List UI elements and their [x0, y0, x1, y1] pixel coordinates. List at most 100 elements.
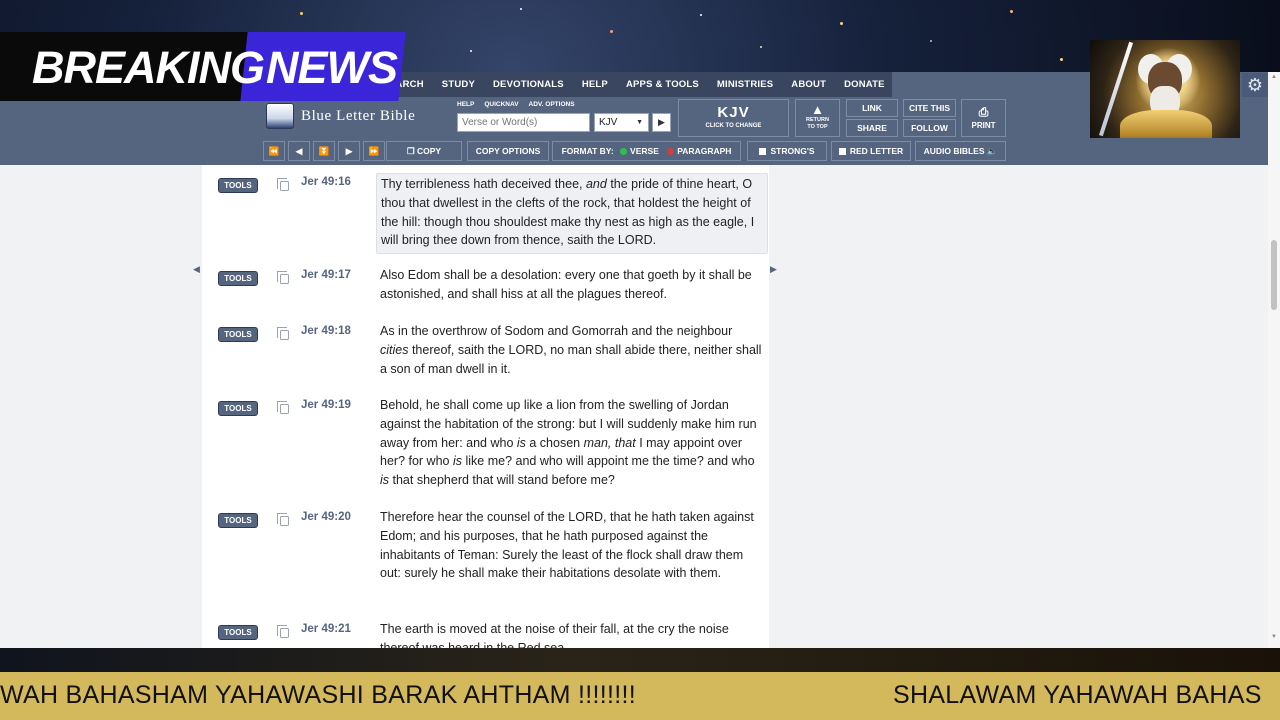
paragraph-label: PARAGRAPH — [677, 146, 732, 156]
tools-button[interactable]: TOOLS — [218, 178, 258, 193]
verse-reference[interactable]: Jer 49:17 — [301, 269, 351, 281]
share-button[interactable]: SHARE — [846, 119, 898, 137]
print-label: PRINT — [971, 121, 996, 130]
quicknav-link[interactable]: QUICKNAV — [484, 101, 518, 108]
verse-reference[interactable]: Jer 49:20 — [301, 511, 351, 523]
return-to-top-button[interactable]: ▲ RETURN TO TOP — [795, 99, 840, 137]
verse-text-segment: As in the overthrow of Sodom and Gomorra… — [380, 324, 733, 338]
nav-item[interactable]: DEVOTIONALS — [484, 79, 573, 90]
nav-item[interactable]: STUDY — [433, 79, 484, 90]
rewind-icon: ⏪ — [268, 146, 280, 156]
adv-options-link[interactable]: ADV. OPTIONS — [529, 101, 575, 108]
copy-small-icon: ❐ — [406, 146, 417, 156]
nav-item[interactable]: APPS & TOOLS — [617, 79, 708, 90]
tools-button[interactable]: TOOLS — [218, 401, 258, 416]
copy-icon[interactable] — [277, 178, 289, 191]
arrow-up-icon: ▲ — [811, 102, 824, 117]
verse-text: As in the overthrow of Sodom and Gomorra… — [376, 322, 768, 378]
format-verse-option[interactable]: VERSE — [620, 146, 659, 156]
tools-button[interactable]: TOOLS — [218, 513, 258, 528]
cite-button[interactable]: CITE THIS — [903, 99, 956, 117]
copy-options-button[interactable]: COPY OPTIONS — [467, 141, 549, 161]
fast-forward-icon: ⏩ — [368, 146, 380, 156]
copy-button[interactable]: ❐ COPY — [386, 141, 462, 161]
verse-reference[interactable]: Jer 49:19 — [301, 399, 351, 411]
verse-text-segment: thereof, saith the LORD, no man shall ab… — [380, 342, 762, 376]
version-select[interactable]: KJV ▼ — [594, 113, 649, 132]
verse-text: The earth is moved at the noise of their… — [376, 620, 768, 648]
copy-icon[interactable] — [277, 625, 289, 638]
nav-item[interactable]: HELP — [573, 79, 617, 90]
news-label: NEWS — [266, 42, 398, 93]
ticker-text-1: WAH BAHASHAM YAHAWASHI BARAK AHTHAM !!!!… — [0, 681, 636, 709]
copy-icon[interactable] — [277, 513, 289, 526]
nav-item[interactable]: DONATE — [835, 79, 894, 90]
format-paragraph-option[interactable]: PARAGRAPH — [667, 146, 731, 156]
version-select-value: KJV — [599, 117, 618, 128]
follow-button[interactable]: FOLLOW — [903, 119, 956, 137]
italic-word: and — [585, 177, 607, 191]
audio-bibles-label: AUDIO BIBLES — [923, 146, 985, 156]
print-button[interactable]: ⎙ PRINT — [961, 99, 1006, 137]
strongs-toggle[interactable]: STRONG'S — [747, 141, 827, 161]
help-link[interactable]: HELP — [457, 101, 474, 108]
share-label: SHARE — [857, 123, 887, 133]
return-top-line2: TO TOP — [807, 124, 828, 130]
link-button[interactable]: LINK — [846, 99, 898, 117]
bible-logo-icon — [266, 103, 294, 129]
verse-text: Thy terribleness hath deceived thee, and… — [376, 173, 768, 255]
verse-text-segment: Also Edom shall be a desolation: every o… — [380, 268, 752, 301]
scroll-down-icon[interactable]: ▼ — [1271, 634, 1277, 640]
browser-window: EARCH STUDY DEVOTIONALS HELP APPS & TOOLS MIN… — [0, 72, 1280, 648]
search-input[interactable] — [457, 113, 590, 132]
gear-icon[interactable]: ⚙ — [1242, 73, 1268, 97]
next-chapter-button[interactable]: ▶ — [338, 141, 360, 161]
scrollbar-thumb[interactable] — [1271, 240, 1277, 310]
copy-label: COPY — [416, 146, 442, 156]
site-logo[interactable]: Blue Letter Bible — [266, 103, 415, 129]
return-top-line1: RETURN — [806, 117, 829, 123]
copy-icon[interactable] — [277, 401, 289, 414]
format-by-label: FORMAT BY: — [561, 146, 614, 156]
verse-reference[interactable]: Jer 49:21 — [301, 623, 351, 635]
printer-icon: ⎙ — [978, 105, 989, 119]
verse-text: Also Edom shall be a desolation: every o… — [376, 266, 768, 304]
search-go-button[interactable]: ▶ — [652, 113, 671, 132]
tools-button[interactable]: TOOLS — [218, 625, 258, 640]
last-chapter-button[interactable]: ⏩ — [363, 141, 385, 161]
tools-button[interactable]: TOOLS — [218, 327, 258, 342]
main-nav: EARCH STUDY DEVOTIONALS HELP APPS & TOOLS MIN… — [380, 72, 892, 97]
italic-word: cities — [380, 342, 409, 357]
verse-reference[interactable]: Jer 49:16 — [301, 176, 351, 188]
scroll-up-icon[interactable]: ▲ — [1271, 74, 1277, 80]
goto-button[interactable]: ⏬ — [313, 141, 335, 161]
verse-reference[interactable]: Jer 49:18 — [301, 325, 351, 337]
armor — [1120, 110, 1212, 138]
format-by-group: FORMAT BY: VERSE PARAGRAPH — [552, 141, 741, 161]
search-mini-links: HELP QUICKNAV ADV. OPTIONS — [457, 101, 575, 108]
italic-word: is — [380, 473, 390, 488]
tools-button[interactable]: TOOLS — [218, 271, 258, 286]
audio-bibles-button[interactable]: AUDIO BIBLES 🔈 — [915, 141, 1006, 161]
prev-chapter-button[interactable]: ◀ — [288, 141, 310, 161]
follow-label: FOLLOW — [911, 123, 948, 133]
translation-button[interactable]: KJV CLICK TO CHANGE — [678, 99, 789, 137]
checkbox-icon — [838, 148, 846, 155]
nav-item[interactable]: MINISTRIES — [708, 79, 782, 90]
italic-word: is — [452, 454, 462, 469]
jump-down-icon: ⏬ — [318, 146, 330, 156]
nav-item[interactable]: ABOUT — [782, 79, 835, 90]
translation-label: KJV — [717, 104, 750, 121]
cite-label: CITE THIS — [908, 103, 951, 113]
portrait-image — [1090, 40, 1240, 138]
scrollbar[interactable]: ▲ ▼ — [1268, 72, 1280, 648]
expand-right-icon[interactable]: ▶ — [770, 264, 777, 275]
collapse-left-icon[interactable]: ◀ — [193, 264, 200, 275]
verse-text-segment: The earth is moved at the noise of their… — [380, 622, 729, 648]
news-ticker: WAH BAHASHAM YAHAWASHI BARAK AHTHAM !!!!… — [0, 672, 1280, 720]
copy-icon[interactable] — [277, 271, 289, 284]
copy-icon[interactable] — [277, 327, 289, 340]
first-chapter-button[interactable]: ⏪ — [263, 141, 285, 161]
link-label: LINK — [862, 103, 882, 113]
red-letter-toggle[interactable]: RED LETTER — [831, 141, 911, 161]
